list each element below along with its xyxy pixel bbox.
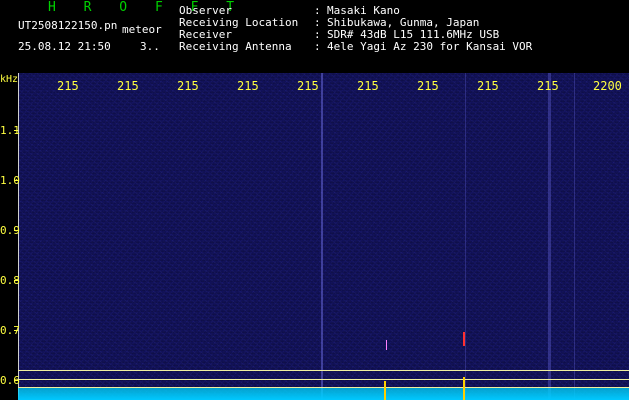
x-tick-label: 215	[117, 79, 139, 93]
info-colon: :	[314, 40, 321, 53]
signal-spike	[463, 377, 465, 400]
x-tick-label: 215	[237, 79, 259, 93]
x-tick-label: 2200	[593, 79, 622, 93]
meteor-echo-mark	[463, 332, 465, 346]
info-label-antenna: Receiving Antenna	[179, 40, 292, 53]
vertical-signal-line	[321, 73, 323, 400]
x-tick-label: 215	[357, 79, 379, 93]
y-tick-mark	[14, 180, 18, 181]
count-label: 3..	[140, 40, 160, 53]
x-tick-label: 215	[417, 79, 439, 93]
header-panel: H R O F F T UT2508122150.pn meteor 25.08…	[0, 0, 629, 73]
x-tick-label: 215	[177, 79, 199, 93]
y-tick-mark	[14, 380, 18, 381]
spectrum-trace	[18, 388, 629, 400]
x-tick-label: 215	[297, 79, 319, 93]
file-name: UT2508122150.pn	[18, 19, 118, 32]
meteor-echo-mark	[386, 340, 387, 350]
info-value-antenna: 4ele Yagi Az 230 for Kansai VOR	[327, 40, 533, 53]
y-axis-unit: kHz	[0, 74, 19, 85]
y-tick-mark	[14, 280, 18, 281]
noise-texture-overlay	[18, 73, 629, 400]
y-tick-mark	[14, 330, 18, 331]
vertical-signal-line	[465, 73, 466, 400]
detection-tag: meteor	[122, 23, 162, 36]
vertical-signal-line	[574, 73, 575, 400]
x-tick-label: 215	[57, 79, 79, 93]
spectrogram-plot	[18, 73, 629, 400]
signal-spike	[384, 381, 386, 400]
vertical-signal-line	[548, 73, 551, 400]
x-tick-label: 215	[537, 79, 559, 93]
reference-line	[18, 379, 629, 380]
x-tick-label: 215	[477, 79, 499, 93]
y-tick-mark	[14, 130, 18, 131]
timestamp: 25.08.12 21:50	[18, 40, 111, 53]
y-tick-mark	[14, 230, 18, 231]
reference-line	[18, 370, 629, 371]
